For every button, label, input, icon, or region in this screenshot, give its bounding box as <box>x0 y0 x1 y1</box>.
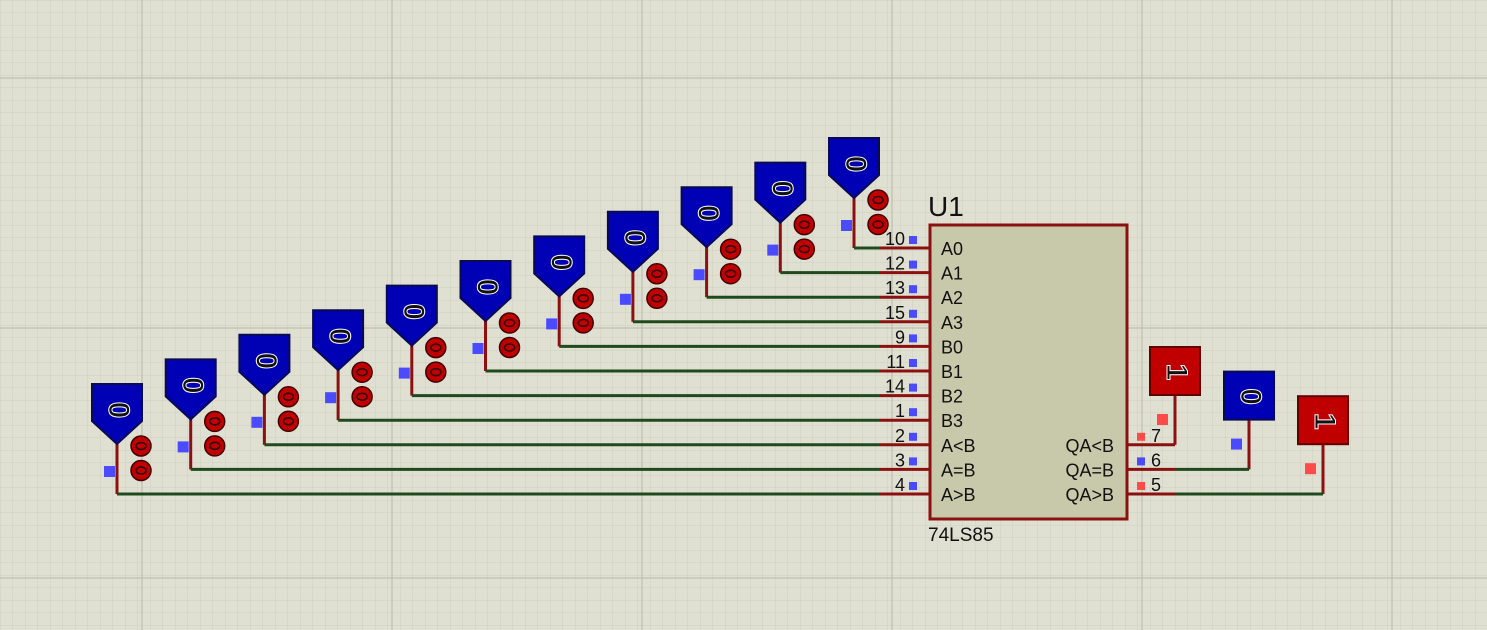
pin-state-marker <box>909 334 917 343</box>
toggle-button[interactable] <box>425 361 447 383</box>
pin-name: QA>B <box>1065 485 1114 505</box>
logic-state-value: 0 <box>249 352 282 369</box>
logic-state-value: 0 <box>544 254 577 271</box>
pin-state-marker <box>909 383 917 392</box>
pin-name: A2 <box>941 288 963 308</box>
pin-number: 13 <box>885 278 905 298</box>
source-state-marker <box>546 318 558 330</box>
pin-name: A0 <box>941 239 963 259</box>
pin-number: 2 <box>895 426 905 446</box>
logic-probe-value: 0 <box>1234 388 1267 405</box>
pin-state-marker <box>1137 482 1145 490</box>
pin-state-marker <box>909 432 917 441</box>
source-state-marker <box>398 367 410 379</box>
source-state-marker <box>767 244 779 256</box>
logic-state-value: 0 <box>323 328 356 345</box>
probe-state-marker <box>1157 414 1168 425</box>
probe-state-marker <box>1305 463 1316 475</box>
pin-number: 7 <box>1151 426 1161 446</box>
logic-probe-value: 1 <box>1308 413 1341 430</box>
pin-name: B2 <box>941 387 963 407</box>
pin-number: 1 <box>895 401 905 421</box>
source-state-marker <box>325 392 337 404</box>
pin-state-marker <box>909 482 917 490</box>
toggle-button[interactable] <box>572 287 594 310</box>
pin-number: 9 <box>895 327 905 347</box>
pin-name: B3 <box>941 411 963 431</box>
pin-name: QA=B <box>1065 460 1114 480</box>
logic-probe-value: 1 <box>1160 364 1193 381</box>
toggle-button[interactable] <box>498 336 521 359</box>
toggle-button[interactable] <box>425 336 447 359</box>
logic-state-value: 0 <box>102 402 135 419</box>
pin-name: QA<B <box>1065 436 1114 456</box>
source-state-marker <box>251 416 263 428</box>
logic-state-value: 0 <box>765 180 798 197</box>
logic-state-value: 0 <box>692 205 725 222</box>
source-state-marker <box>472 343 484 354</box>
pin-number: 12 <box>885 254 905 274</box>
toggle-button[interactable] <box>867 189 889 211</box>
pin-state-marker <box>909 285 917 294</box>
pin-number: 14 <box>885 377 905 397</box>
pin-number: 6 <box>1151 450 1161 470</box>
chip-part-number: 74LS85 <box>928 525 994 546</box>
toggle-button[interactable] <box>130 459 152 482</box>
toggle-button[interactable] <box>793 238 816 260</box>
logic-state-value: 0 <box>397 303 430 320</box>
logic-state-value: 0 <box>839 156 872 173</box>
pin-state-marker <box>909 408 917 417</box>
toggle-button[interactable] <box>130 435 152 457</box>
toggle-button[interactable] <box>793 213 816 236</box>
pin-name: A3 <box>941 313 963 333</box>
probe-state-marker <box>1231 438 1242 450</box>
pin-state-marker <box>1137 457 1145 466</box>
toggle-button[interactable] <box>351 361 373 383</box>
pin-state-marker <box>909 457 917 466</box>
source-state-marker <box>104 466 115 477</box>
pin-number: 4 <box>895 475 905 495</box>
pin-name: A1 <box>941 264 963 284</box>
pin-number: 10 <box>885 229 905 249</box>
pin-name: A<B <box>941 436 976 456</box>
pin-number: 5 <box>1151 475 1161 495</box>
pin-state-marker <box>1137 432 1145 441</box>
toggle-button[interactable] <box>719 262 742 285</box>
pin-state-marker <box>909 236 917 244</box>
pin-name: A>B <box>941 485 976 505</box>
logic-state-value: 0 <box>176 377 209 394</box>
logic-state-value: 0 <box>618 229 651 246</box>
toggle-button[interactable] <box>646 287 668 310</box>
toggle-button[interactable] <box>867 213 889 236</box>
toggle-button[interactable] <box>719 238 742 260</box>
pin-number: 11 <box>886 352 905 372</box>
toggle-button[interactable] <box>203 435 226 457</box>
toggle-button[interactable] <box>572 312 594 334</box>
pin-state-marker <box>909 359 917 367</box>
pin-name: B0 <box>941 337 963 357</box>
pin-state-marker <box>909 309 917 318</box>
pin-name: A=B <box>941 460 976 480</box>
toggle-button[interactable] <box>646 263 668 285</box>
minor-grid <box>0 0 1487 630</box>
source-state-marker <box>693 269 705 281</box>
schematic-canvas[interactable]: U1 74LS85 10 A012 A113 A215 A39 B011 B114 B21 B3… <box>0 0 1487 630</box>
logic-state-value: 0 <box>471 279 504 296</box>
toggle-button[interactable] <box>277 386 300 408</box>
source-state-marker <box>841 220 852 231</box>
pin-number: 3 <box>895 450 905 470</box>
toggle-button[interactable] <box>203 410 226 433</box>
toggle-button[interactable] <box>351 385 373 408</box>
chip-reference: U1 <box>928 191 964 222</box>
toggle-button[interactable] <box>277 410 300 433</box>
pin-number: 15 <box>885 303 905 323</box>
source-state-marker <box>619 293 631 305</box>
toggle-button[interactable] <box>498 312 521 334</box>
pin-name: B1 <box>941 362 963 382</box>
pin-state-marker <box>909 260 917 269</box>
source-state-marker <box>177 441 189 453</box>
